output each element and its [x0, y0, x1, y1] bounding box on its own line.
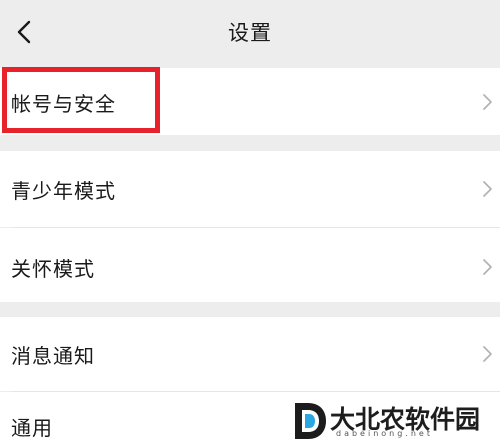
settings-item-label: 关怀模式: [11, 257, 95, 281]
settings-item-notifications[interactable]: 消息通知: [0, 317, 500, 391]
chevron-right-icon: [483, 346, 492, 362]
settings-item-teen-mode[interactable]: 青少年模式: [0, 151, 500, 227]
watermark-logo-icon: [295, 403, 326, 439]
watermark: 大北农软件园 dabeinong.net: [292, 399, 500, 443]
highlight-box: [2, 67, 160, 133]
top-bar: 设置: [0, 0, 500, 65]
chevron-right-icon: [483, 94, 492, 110]
watermark-url: dabeinong.net: [336, 429, 433, 438]
settings-item-care-mode[interactable]: 关怀模式: [0, 228, 500, 302]
settings-item-label: 通用: [11, 416, 53, 440]
chevron-right-icon: [483, 181, 492, 197]
settings-item-label: 消息通知: [11, 344, 95, 368]
settings-item-label: 青少年模式: [11, 179, 116, 203]
page-title: 设置: [228, 21, 272, 45]
chevron-right-icon: [483, 259, 492, 275]
